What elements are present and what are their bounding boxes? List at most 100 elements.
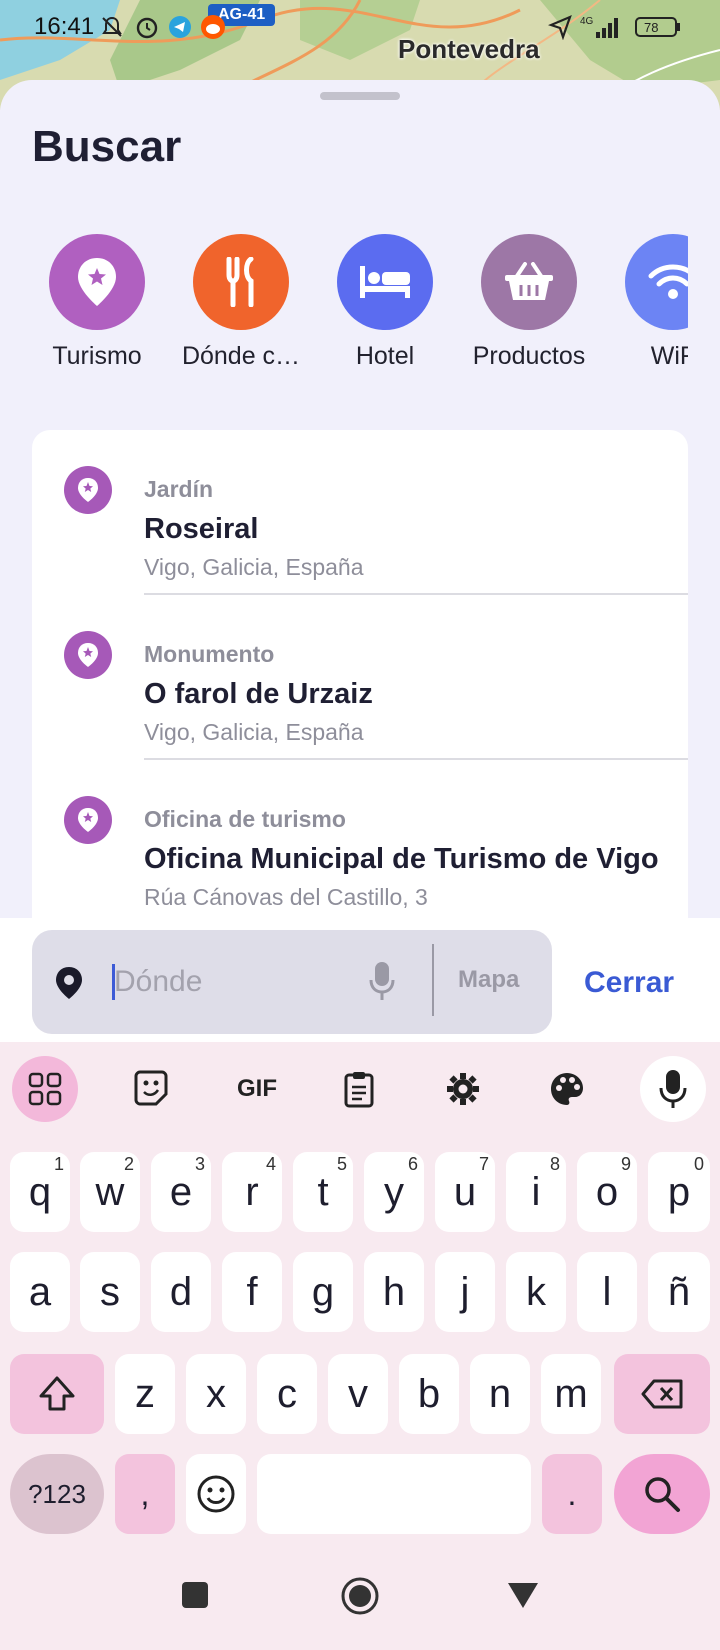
status-bar: 16:41 AG-41 4G 78: [0, 0, 720, 54]
key-hint: 8: [549, 1154, 560, 1174]
category-food[interactable]: Dónde c…: [176, 234, 306, 371]
category-label: Hotel: [355, 342, 415, 370]
back-icon[interactable]: [506, 1580, 540, 1615]
shift-icon: [39, 1376, 75, 1411]
category-wifi[interactable]: WiF: [608, 234, 688, 371]
category-hotel[interactable]: Hotel: [320, 234, 450, 371]
key-k[interactable]: k: [506, 1252, 566, 1332]
key-h[interactable]: h: [364, 1252, 424, 1332]
separator: [432, 944, 434, 1016]
key-hint: 4: [265, 1154, 276, 1174]
battery-icon: 78: [634, 14, 682, 40]
key-a[interactable]: a: [10, 1252, 70, 1332]
key-q[interactable]: q1: [10, 1152, 70, 1232]
period-key[interactable]: .: [542, 1454, 602, 1534]
key-label: t: [317, 1169, 329, 1214]
signal-icon: 4G: [580, 14, 624, 40]
results-list: Jardín Roseiral Vigo, Galicia, España Mo…: [32, 430, 688, 970]
tourism-pin-icon: [64, 631, 112, 679]
space-key[interactable]: [257, 1454, 531, 1534]
key-e[interactable]: e3: [151, 1152, 211, 1232]
comma-key[interactable]: ,: [115, 1454, 175, 1534]
key-f[interactable]: f: [222, 1252, 282, 1332]
svg-text:4G: 4G: [580, 16, 594, 27]
key-r[interactable]: r4: [222, 1152, 282, 1232]
search-bar: Mapa Cerrar: [0, 918, 720, 1042]
microphone-icon[interactable]: [640, 1056, 706, 1122]
key-label: e: [169, 1169, 193, 1214]
key-label: o: [595, 1169, 619, 1214]
key-z[interactable]: z: [115, 1354, 175, 1434]
key-n-tilde[interactable]: ñ: [648, 1252, 710, 1332]
sticker-icon[interactable]: [118, 1056, 184, 1122]
palette-icon[interactable]: [534, 1056, 600, 1122]
sheet-drag-handle[interactable]: [320, 92, 400, 100]
result-address: Vigo, Galicia, España: [144, 554, 364, 580]
category-label: Productos: [472, 342, 586, 370]
bed-icon: [337, 234, 433, 330]
emoji-key[interactable]: [186, 1454, 246, 1534]
key-t[interactable]: t5: [293, 1152, 353, 1232]
navigation-bar: [0, 1560, 720, 1650]
map-button[interactable]: Mapa: [458, 966, 519, 994]
category-label: Turismo: [52, 342, 142, 370]
key-v[interactable]: v: [328, 1354, 388, 1434]
key-label: r: [245, 1169, 259, 1214]
apps-grid-icon[interactable]: [12, 1056, 78, 1122]
key-s[interactable]: s: [80, 1252, 140, 1332]
shift-key[interactable]: [10, 1354, 104, 1434]
key-w[interactable]: w2: [80, 1152, 140, 1232]
list-item[interactable]: Oficina de turismo Oficina Municipal de …: [32, 760, 688, 925]
backspace-icon: [641, 1379, 683, 1409]
key-b[interactable]: b: [399, 1354, 459, 1434]
page-title: Buscar: [32, 122, 182, 171]
key-x[interactable]: x: [186, 1354, 246, 1434]
key-i[interactable]: i8: [506, 1152, 566, 1232]
key-p[interactable]: p0: [648, 1152, 710, 1232]
category-tourism[interactable]: Turismo: [32, 234, 162, 371]
recents-icon[interactable]: [180, 1580, 210, 1615]
close-button[interactable]: Cerrar: [584, 966, 674, 1000]
key-c[interactable]: c: [257, 1354, 317, 1434]
list-item[interactable]: Jardín Roseiral Vigo, Galicia, España: [32, 430, 688, 595]
key-label: i: [531, 1169, 541, 1214]
list-item[interactable]: Monumento O farol de Urzaiz Vigo, Galici…: [32, 595, 688, 760]
microphone-icon[interactable]: [368, 960, 396, 1007]
key-m[interactable]: m: [541, 1354, 601, 1434]
settings-icon[interactable]: [430, 1056, 496, 1122]
search-input[interactable]: [114, 960, 354, 1004]
location-arrow-icon: [548, 14, 574, 40]
search-key[interactable]: [614, 1454, 710, 1534]
key-hint: 6: [407, 1154, 418, 1174]
category-label: WiF: [650, 342, 688, 370]
basket-icon: [481, 234, 577, 330]
fork-knife-icon: [193, 234, 289, 330]
key-n[interactable]: n: [470, 1354, 530, 1434]
key-d[interactable]: d: [151, 1252, 211, 1332]
key-o[interactable]: o9: [577, 1152, 637, 1232]
gif-icon[interactable]: GIF: [222, 1056, 292, 1122]
key-hint: 1: [53, 1154, 64, 1174]
search-box[interactable]: Mapa: [32, 930, 552, 1034]
result-address: Vigo, Galicia, España: [144, 719, 364, 745]
key-hint: 0: [693, 1154, 704, 1174]
tourism-pin-icon: [64, 796, 112, 844]
location-pin-icon: [54, 966, 84, 1005]
key-hint: 9: [620, 1154, 631, 1174]
key-l[interactable]: l: [577, 1252, 637, 1332]
bell-off-icon: [100, 14, 124, 40]
home-icon[interactable]: [340, 1576, 380, 1621]
symbols-key[interactable]: ?123: [10, 1454, 104, 1534]
key-y[interactable]: y6: [364, 1152, 424, 1232]
wifi-icon: [625, 234, 688, 330]
category-products[interactable]: Productos: [464, 234, 594, 371]
search-icon: [645, 1477, 680, 1512]
clipboard-icon[interactable]: [326, 1056, 392, 1122]
key-j[interactable]: j: [435, 1252, 495, 1332]
result-name: Roseiral: [144, 513, 259, 545]
key-u[interactable]: u7: [435, 1152, 495, 1232]
category-row[interactable]: Turismo Dónde c… Hotel Productos WiF: [32, 234, 688, 384]
backspace-key[interactable]: [614, 1354, 710, 1434]
key-label: w: [95, 1169, 125, 1214]
key-g[interactable]: g: [293, 1252, 353, 1332]
